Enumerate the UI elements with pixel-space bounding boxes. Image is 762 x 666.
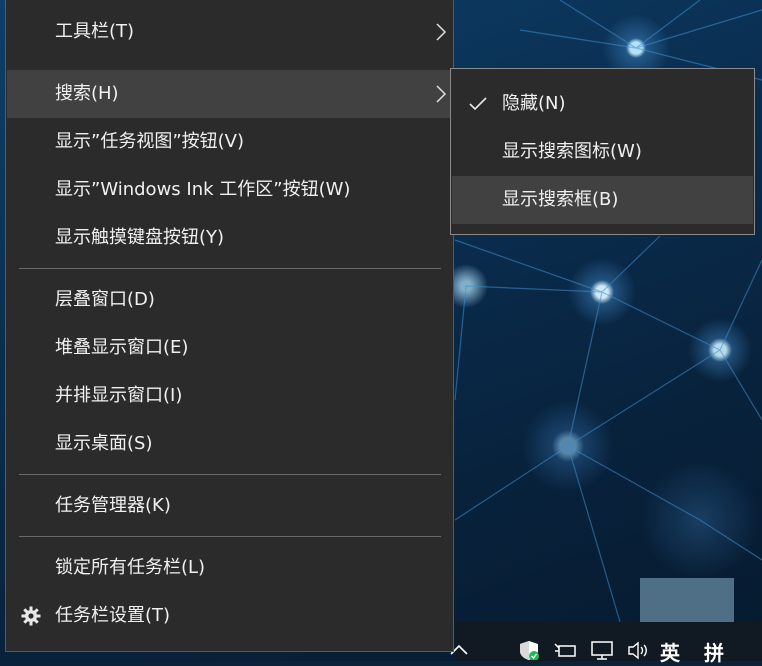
submenu-item-hidden[interactable]: 隐藏(N) — [452, 80, 753, 128]
menu-item-label: 堆叠显示窗口(E) — [55, 337, 189, 358]
submenu-item-show-search-box[interactable]: 显示搜索框(B) — [452, 176, 753, 224]
menu-item-show-desktop[interactable]: 显示桌面(S) — [7, 420, 454, 468]
submenu-item-label: 显示搜索框(B) — [502, 189, 619, 210]
security-shield-icon[interactable] — [518, 640, 540, 660]
menu-item-stack-windows[interactable]: 堆叠显示窗口(E) — [7, 324, 454, 372]
menu-separator — [19, 536, 441, 537]
menu-separator — [19, 474, 441, 475]
menu-item-taskbar-settings[interactable]: 任务栏设置(T) — [7, 592, 454, 640]
wallpaper-patch — [640, 578, 734, 622]
menu-item-label: 锁定所有任务栏(L) — [55, 557, 206, 578]
ime-mode-indicator[interactable]: 拼 — [704, 637, 724, 666]
chevron-right-icon — [436, 23, 447, 41]
menu-item-label: 工具栏(T) — [55, 21, 135, 42]
menu-item-task-manager[interactable]: 任务管理器(K) — [7, 482, 454, 530]
menu-item-label: 任务管理器(K) — [55, 495, 171, 516]
menu-item-label: 并排显示窗口(I) — [55, 385, 183, 406]
ime-language-indicator[interactable]: 英 — [660, 637, 680, 666]
submenu-item-label: 隐藏(N) — [502, 93, 566, 114]
submenu-item-label: 显示搜索图标(W) — [502, 141, 642, 162]
menu-separator — [19, 268, 441, 269]
menu-item-show-touch-keyboard-button[interactable]: 显示触摸键盘按钮(Y) — [7, 214, 454, 262]
menu-item-cascade-windows[interactable]: 层叠窗口(D) — [7, 276, 454, 324]
power-plug-icon[interactable] — [553, 640, 579, 660]
menu-item-side-by-side-windows[interactable]: 并排显示窗口(I) — [7, 372, 454, 420]
menu-item-label: 任务栏设置(T) — [55, 605, 171, 626]
speaker-icon[interactable] — [626, 640, 652, 660]
chevron-right-icon — [436, 85, 447, 103]
menu-item-label: 显示”Windows Ink 工作区”按钮(W) — [55, 179, 351, 200]
network-icon[interactable] — [590, 640, 616, 660]
submenu-item-show-search-icon[interactable]: 显示搜索图标(W) — [452, 128, 753, 176]
menu-item-show-task-view-button[interactable]: 显示”任务视图”按钮(V) — [7, 118, 454, 166]
menu-item-label: 层叠窗口(D) — [55, 289, 155, 310]
menu-item-lock-taskbars[interactable]: 锁定所有任务栏(L) — [7, 544, 454, 592]
menu-item-label: 显示”任务视图”按钮(V) — [55, 131, 245, 152]
gear-icon — [21, 606, 41, 626]
menu-item-toolbars[interactable]: 工具栏(T) — [7, 8, 454, 56]
menu-item-label: 显示触摸键盘按钮(Y) — [55, 227, 225, 248]
menu-item-search[interactable]: 搜索(H) — [7, 70, 454, 118]
taskbar-context-menu: 工具栏(T) 搜索(H) 显示”任务视图”按钮(V) 显示”Windows In… — [5, 0, 454, 652]
checkmark-icon — [469, 97, 487, 111]
menu-item-label: 搜索(H) — [55, 83, 119, 104]
menu-item-label: 显示桌面(S) — [55, 433, 153, 454]
search-submenu: 隐藏(N) 显示搜索图标(W) 显示搜索框(B) — [450, 68, 755, 235]
menu-item-show-windows-ink-button[interactable]: 显示”Windows Ink 工作区”按钮(W) — [7, 166, 454, 214]
